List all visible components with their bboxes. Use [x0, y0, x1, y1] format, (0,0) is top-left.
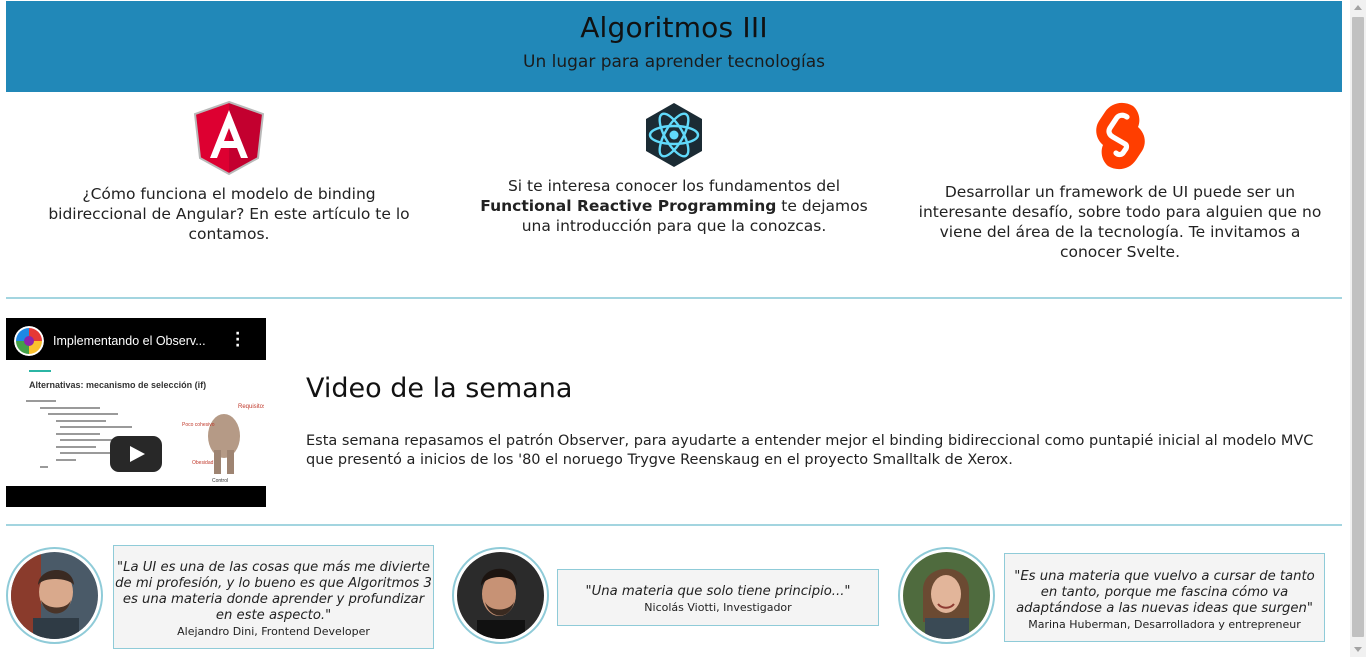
video-thumbnail[interactable]: Alternativas: mecanismo de selección (if…	[6, 360, 266, 486]
avatar-photo	[11, 552, 98, 639]
play-button[interactable]	[110, 436, 162, 472]
video-section-heading: Video de la semana	[306, 373, 573, 404]
site-header: Algoritmos III Un lugar para aprender te…	[6, 1, 1342, 92]
feature-svelte-text: Desarrollar un framework de UI puede ser…	[918, 183, 1322, 261]
angular-logo-icon	[193, 100, 265, 176]
section-divider	[6, 297, 1342, 299]
testimonial-author: Nicolás Viotti, Investigador	[644, 601, 792, 614]
avatar-photo	[457, 552, 544, 639]
testimonial-author: Marina Huberman, Desarrolladora y entrep…	[1028, 618, 1301, 631]
svg-text:Obesidad: Obesidad	[192, 460, 214, 466]
avatar	[6, 547, 103, 644]
avatar	[452, 547, 549, 644]
scroll-up-arrow-icon[interactable]	[1354, 5, 1362, 10]
feature-react[interactable]: Si te interesa conocer los fundamentos d…	[468, 100, 880, 236]
site-title: Algoritmos III	[580, 11, 768, 44]
page: Algoritmos III Un lugar para aprender te…	[0, 0, 1350, 657]
channel-avatar-icon[interactable]	[14, 326, 44, 356]
video-embed[interactable]: Implementando el Observ... · · · Alternati…	[6, 318, 266, 507]
scrollbar-thumb[interactable]	[1352, 17, 1364, 637]
testimonial-card: "Una materia que solo tiene principio...…	[557, 569, 879, 626]
vertical-scrollbar[interactable]	[1350, 0, 1366, 657]
elephant-illustration: Requisitos Poco cohesivo Obesidad Contro…	[182, 404, 264, 484]
site-subtitle: Un lugar para aprender tecnologías	[523, 52, 825, 72]
testimonial-card: "Es una materia que vuelvo a cursar de t…	[1004, 553, 1325, 642]
avatar-photo	[903, 552, 990, 639]
slide-accent	[29, 370, 51, 372]
svg-text:Poco cohesivo: Poco cohesivo	[182, 422, 215, 428]
features-section: ¿Cómo funciona el modelo de binding bidi…	[6, 100, 1342, 290]
video-slide-title: Alternativas: mecanismo de selección (if…	[29, 380, 207, 390]
feature-react-highlight: Functional Reactive Programming	[480, 197, 777, 215]
feature-react-text: Si te interesa conocer los fundamentos d…	[468, 176, 880, 236]
react-logo-icon	[646, 103, 702, 167]
avatar	[898, 547, 995, 644]
svg-text:Control: Control	[212, 478, 228, 484]
video-embed-title[interactable]: Implementando el Observ...	[53, 334, 206, 348]
testimonial-author: Alejandro Dini, Frontend Developer	[177, 625, 370, 638]
svelte-logo-icon	[1096, 102, 1145, 170]
code-snippet-graphic	[26, 400, 160, 468]
testimonial-card: "La UI es una de las cosas que más me di…	[113, 545, 434, 649]
testimonial-quote: "La UI es una de las cosas que más me di…	[115, 560, 432, 623]
scroll-down-arrow-icon[interactable]	[1354, 647, 1362, 652]
feature-angular-text: ¿Cómo funciona el modelo de binding bidi…	[48, 185, 410, 243]
testimonial-quote: "Es una materia que vuelvo a cursar de t…	[1014, 569, 1315, 616]
section-divider	[6, 524, 1342, 526]
more-options-icon[interactable]: · · ·	[235, 327, 240, 353]
video-description: Esta semana repasamos el patrón Observer…	[306, 433, 1314, 468]
testimonial-quote: "Una materia que solo tiene principio...…	[585, 584, 851, 599]
feature-svelte[interactable]: Desarrollar un framework de UI puede ser…	[916, 100, 1324, 262]
svg-text:Requisitos: Requisitos	[238, 404, 264, 410]
feature-angular[interactable]: ¿Cómo funciona el modelo de binding bidi…	[34, 100, 424, 244]
feature-react-text-start: Si te interesa conocer los fundamentos d…	[507, 177, 841, 195]
